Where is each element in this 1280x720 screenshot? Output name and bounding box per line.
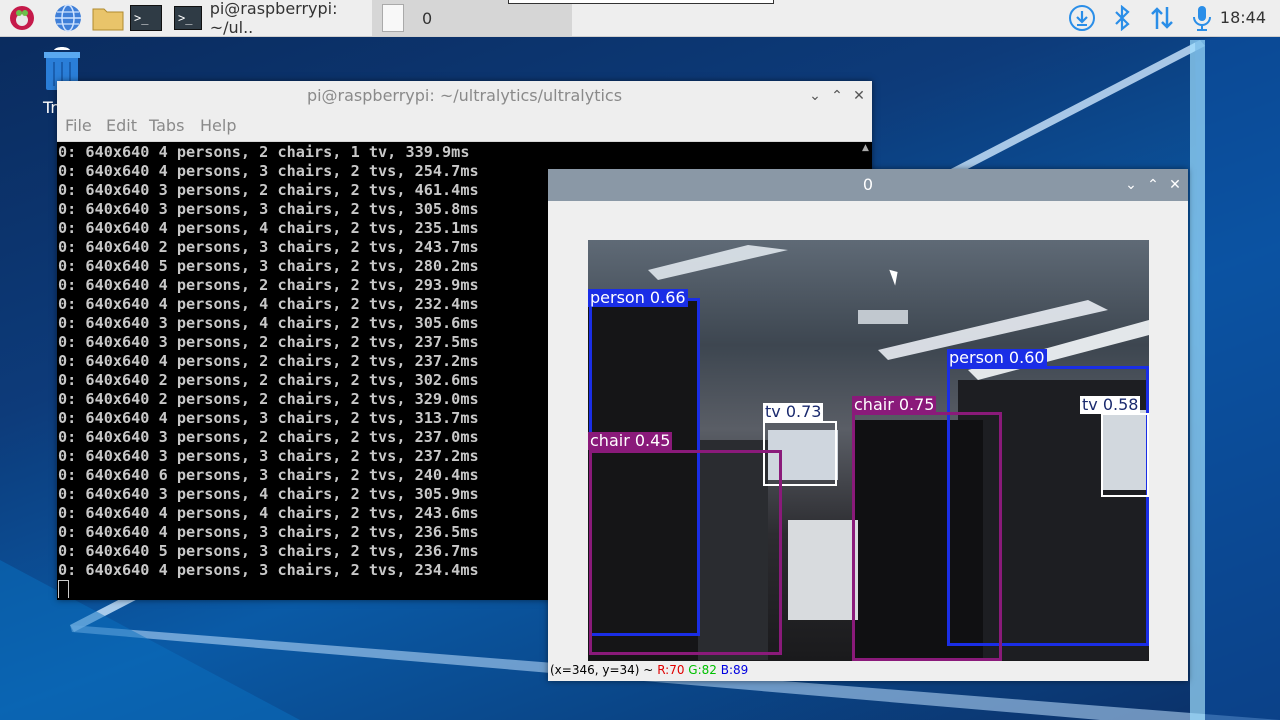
detection-label: chair 0.45: [588, 431, 673, 450]
close-button[interactable]: ✕: [848, 81, 870, 111]
maximize-button[interactable]: ⌃: [1142, 169, 1164, 201]
window-icon: [382, 4, 404, 32]
pixel-status: (x=346, y=34) ~ R:70 G:82 B:89: [550, 663, 748, 677]
task-image-window-label: 0: [422, 8, 433, 28]
pixel-g: G:82: [688, 663, 717, 677]
camera-frame[interactable]: person 0.66 person 0.60 tv 0.73 tv 0.58 …: [588, 240, 1149, 661]
menu-edit[interactable]: Edit: [106, 111, 137, 141]
close-button[interactable]: ✕: [1164, 169, 1186, 201]
download-icon[interactable]: [1068, 4, 1096, 32]
pixel-coords: (x=346, y=34) ~: [550, 663, 654, 677]
svg-text:>_: >_: [134, 11, 149, 25]
pixel-r: R:70: [657, 663, 685, 677]
network-icon[interactable]: [1148, 4, 1176, 32]
terminal-titlebar[interactable]: pi@raspberrypi: ~/ultralytics/ultralytic…: [57, 81, 872, 111]
trash-label: Tr: [43, 98, 57, 117]
detection-label: person 0.60: [947, 348, 1047, 367]
clock: 18:44: [1219, 8, 1266, 27]
menu-tabs[interactable]: Tabs: [149, 111, 184, 141]
detection-label: person 0.66: [588, 288, 688, 307]
detection-label: tv 0.58: [1080, 395, 1141, 414]
menu-file[interactable]: File: [65, 111, 92, 141]
detection-box-chair: [852, 412, 1002, 661]
raspberry-menu-icon[interactable]: [8, 4, 36, 32]
scroll-up-arrow-icon[interactable]: ▲: [859, 143, 872, 153]
microphone-icon[interactable]: [1188, 4, 1216, 32]
image-window-titlebar[interactable]: 0 ⌄ ⌃ ✕: [548, 169, 1188, 201]
image-window[interactable]: 0 ⌄ ⌃ ✕ person 0.66 person 0.60 tv 0.73 …: [548, 169, 1188, 681]
progress-indicator: [508, 0, 774, 4]
maximize-button[interactable]: ⌃: [826, 81, 848, 111]
terminal-line: 0: 640x640 4 persons, 2 chairs, 1 tv, 33…: [58, 143, 470, 161]
detection-label: chair 0.75: [852, 395, 937, 414]
menu-help[interactable]: Help: [200, 111, 236, 141]
file-manager-icon[interactable]: [92, 4, 124, 32]
minimize-button[interactable]: ⌄: [1120, 169, 1142, 201]
terminal-launcher-icon[interactable]: >_: [130, 4, 162, 32]
taskbar: >_ >_ pi@raspberrypi: ~/ul.. 0 18:44: [0, 0, 1280, 37]
task-terminal-label: pi@raspberrypi: ~/ul..: [209, 0, 338, 37]
terminal-icon: >_: [174, 6, 202, 30]
detection-label: tv 0.73: [763, 402, 824, 421]
bluetooth-icon[interactable]: [1108, 4, 1136, 32]
minimize-button[interactable]: ⌄: [804, 81, 826, 111]
detection-box-chair: [589, 450, 782, 655]
task-image-window[interactable]: 0: [372, 0, 572, 36]
browser-icon[interactable]: [54, 4, 82, 32]
terminal-title: pi@raspberrypi: ~/ultralytics/ultralytic…: [306, 86, 623, 105]
task-terminal[interactable]: >_ pi@raspberrypi: ~/ul..: [174, 0, 370, 37]
image-window-title: 0: [862, 175, 874, 194]
detection-box-tv: [1101, 413, 1149, 497]
terminal-menubar: File Edit Tabs Help: [57, 111, 872, 142]
pixel-b: B:89: [720, 663, 749, 677]
